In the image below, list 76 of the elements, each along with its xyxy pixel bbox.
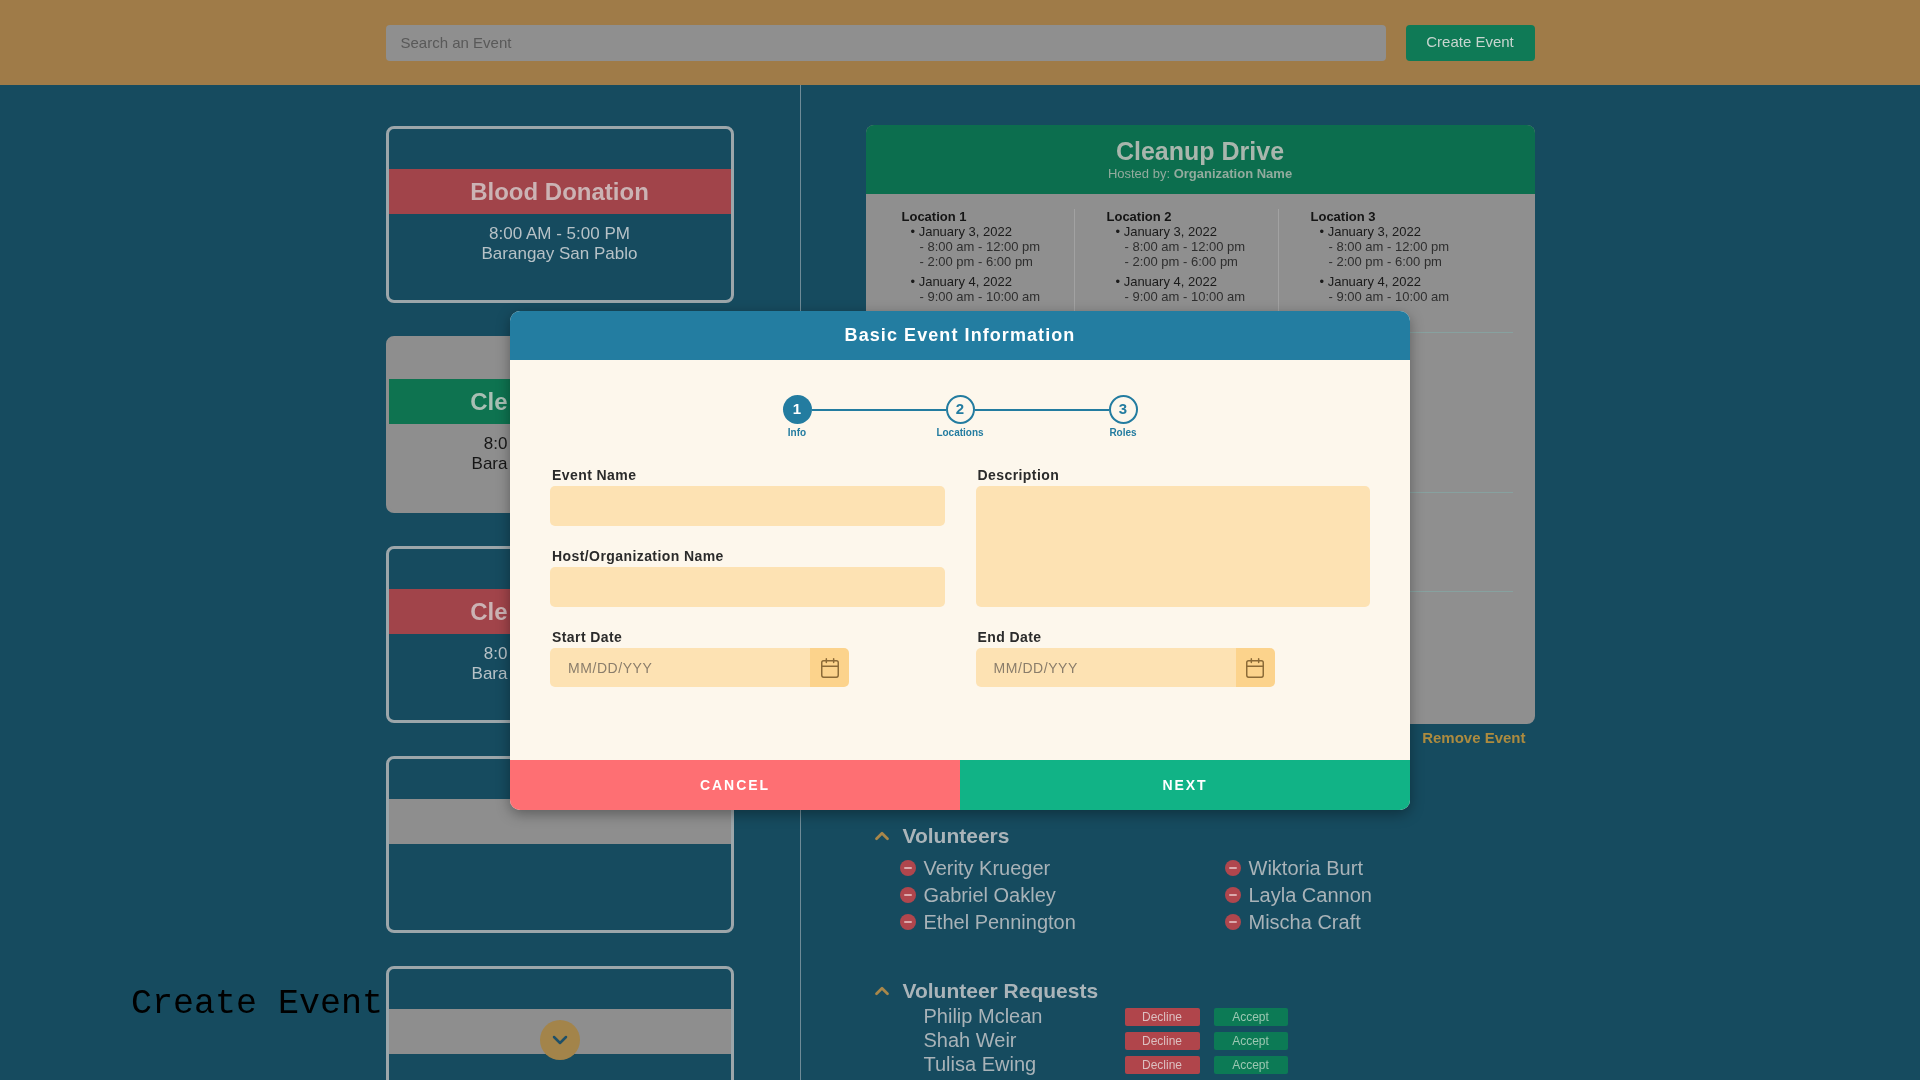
decline-button[interactable]: Decline <box>1124 1008 1200 1026</box>
calendar-icon <box>818 656 841 679</box>
field-label: Event Name <box>551 467 637 484</box>
schedule-date: • January 3, 2022 <box>1114 224 1217 239</box>
schedule-time: - 2:00 pm - 6:00 pm <box>1123 254 1238 269</box>
section-heading: Volunteer Requests <box>902 978 1099 1003</box>
schedule-date: • January 4, 2022 <box>1318 274 1421 289</box>
event-time: 8:0 <box>483 434 508 454</box>
step-label: Locations <box>936 427 984 439</box>
volunteer-name: Verity Krueger <box>923 858 1051 878</box>
accept-button[interactable]: Accept <box>1213 1056 1288 1074</box>
schedule-date: • January 4, 2022 <box>1114 274 1217 289</box>
event-time: 8:00 AM - 5:00 PM <box>489 224 630 244</box>
schedule-time: - 9:00 am - 10:00 am <box>1123 289 1246 304</box>
accept-button[interactable]: Accept <box>1213 1008 1288 1026</box>
schedule-time: - 8:00 am - 12:00 pm <box>918 239 1041 254</box>
decline-button[interactable]: Decline <box>1124 1032 1200 1050</box>
dialog-title: Basic Event Information <box>844 324 1076 347</box>
event-location: Barangay San Pablo <box>481 244 638 264</box>
minus-circle-icon[interactable] <box>1224 860 1241 876</box>
host-line: Hosted by: Organization Name <box>1107 166 1293 182</box>
event-title: Cle <box>470 597 508 626</box>
requester-name: Philip Mclean <box>923 1004 1043 1027</box>
date-field[interactable]: MM/DD/YYY <box>550 648 810 687</box>
field-label: Host/Organization Name <box>551 548 724 565</box>
schedule-date: • January 3, 2022 <box>909 224 1012 239</box>
event-title: Blood Donation <box>470 177 649 206</box>
field-label: Start Date <box>551 629 623 646</box>
volunteer-name: Ethel Pennington <box>923 912 1076 932</box>
description-field[interactable] <box>975 486 1370 607</box>
event-title: Cle <box>470 387 508 416</box>
schedule-time: - 8:00 am - 12:00 pm <box>1123 239 1246 254</box>
volunteer-name: Wiktoria Burt <box>1248 858 1363 878</box>
volunteer-name: Layla Cannon <box>1248 885 1372 905</box>
schedule-date: • January 4, 2022 <box>909 274 1012 289</box>
schedule-date: • January 3, 2022 <box>1318 224 1421 239</box>
event-detail-title: Cleanup Drive <box>1115 136 1285 166</box>
schedule-time: - 9:00 am - 10:00 am <box>1327 289 1450 304</box>
text-field[interactable] <box>550 486 945 526</box>
date-field[interactable]: MM/DD/YYY <box>975 648 1236 687</box>
minus-circle-icon[interactable] <box>1224 887 1241 903</box>
location-heading: Location 3 <box>1310 209 1376 224</box>
calendar-icon <box>1244 656 1266 679</box>
event-location: Bara <box>471 454 508 474</box>
schedule-time: - 8:00 am - 12:00 pm <box>1327 239 1450 254</box>
event-location: Bara <box>471 664 508 684</box>
location-heading: Location 2 <box>1106 209 1172 224</box>
event-card[interactable]: Blood Donation 8:00 AM - 5:00 PM Barangay San Pablo <box>385 126 734 303</box>
step-label: Roles <box>1109 427 1137 439</box>
volunteer-name: Mischa Craft <box>1248 912 1361 932</box>
calendar-button[interactable] <box>810 648 849 687</box>
location-heading: Location 1 <box>901 209 967 224</box>
step-label: Info <box>787 427 807 439</box>
section-heading: Volunteers <box>902 823 1010 848</box>
event-time: 8:0 <box>483 644 508 664</box>
field-label: Description <box>976 467 1060 484</box>
requester-name: Shah Weir <box>923 1028 1017 1051</box>
decline-button[interactable]: Decline <box>1124 1056 1200 1074</box>
schedule-time: - 2:00 pm - 6:00 pm <box>918 254 1033 269</box>
schedule-time: - 2:00 pm - 6:00 pm <box>1327 254 1442 269</box>
minus-circle-icon[interactable] <box>899 914 916 930</box>
create-event-button[interactable]: Create Event <box>1405 24 1535 61</box>
minus-circle-icon[interactable] <box>1224 914 1241 930</box>
accept-button[interactable]: Accept <box>1213 1032 1288 1050</box>
cancel-button[interactable]: CANCEL <box>510 760 960 810</box>
minus-circle-icon[interactable] <box>899 860 916 876</box>
calendar-button[interactable] <box>1235 648 1275 687</box>
next-button[interactable]: NEXT <box>960 760 1410 810</box>
floating-label: Create Event <box>131 984 384 1024</box>
remove-event-link[interactable]: Remove Event <box>1422 729 1526 747</box>
text-field[interactable] <box>550 567 945 607</box>
volunteer-name: Gabriel Oakley <box>923 885 1056 905</box>
field-label: End Date <box>976 629 1042 646</box>
schedule-time: - 9:00 am - 10:00 am <box>918 289 1041 304</box>
requester-name: Tulisa Ewing <box>923 1052 1037 1075</box>
minus-circle-icon[interactable] <box>899 887 916 903</box>
